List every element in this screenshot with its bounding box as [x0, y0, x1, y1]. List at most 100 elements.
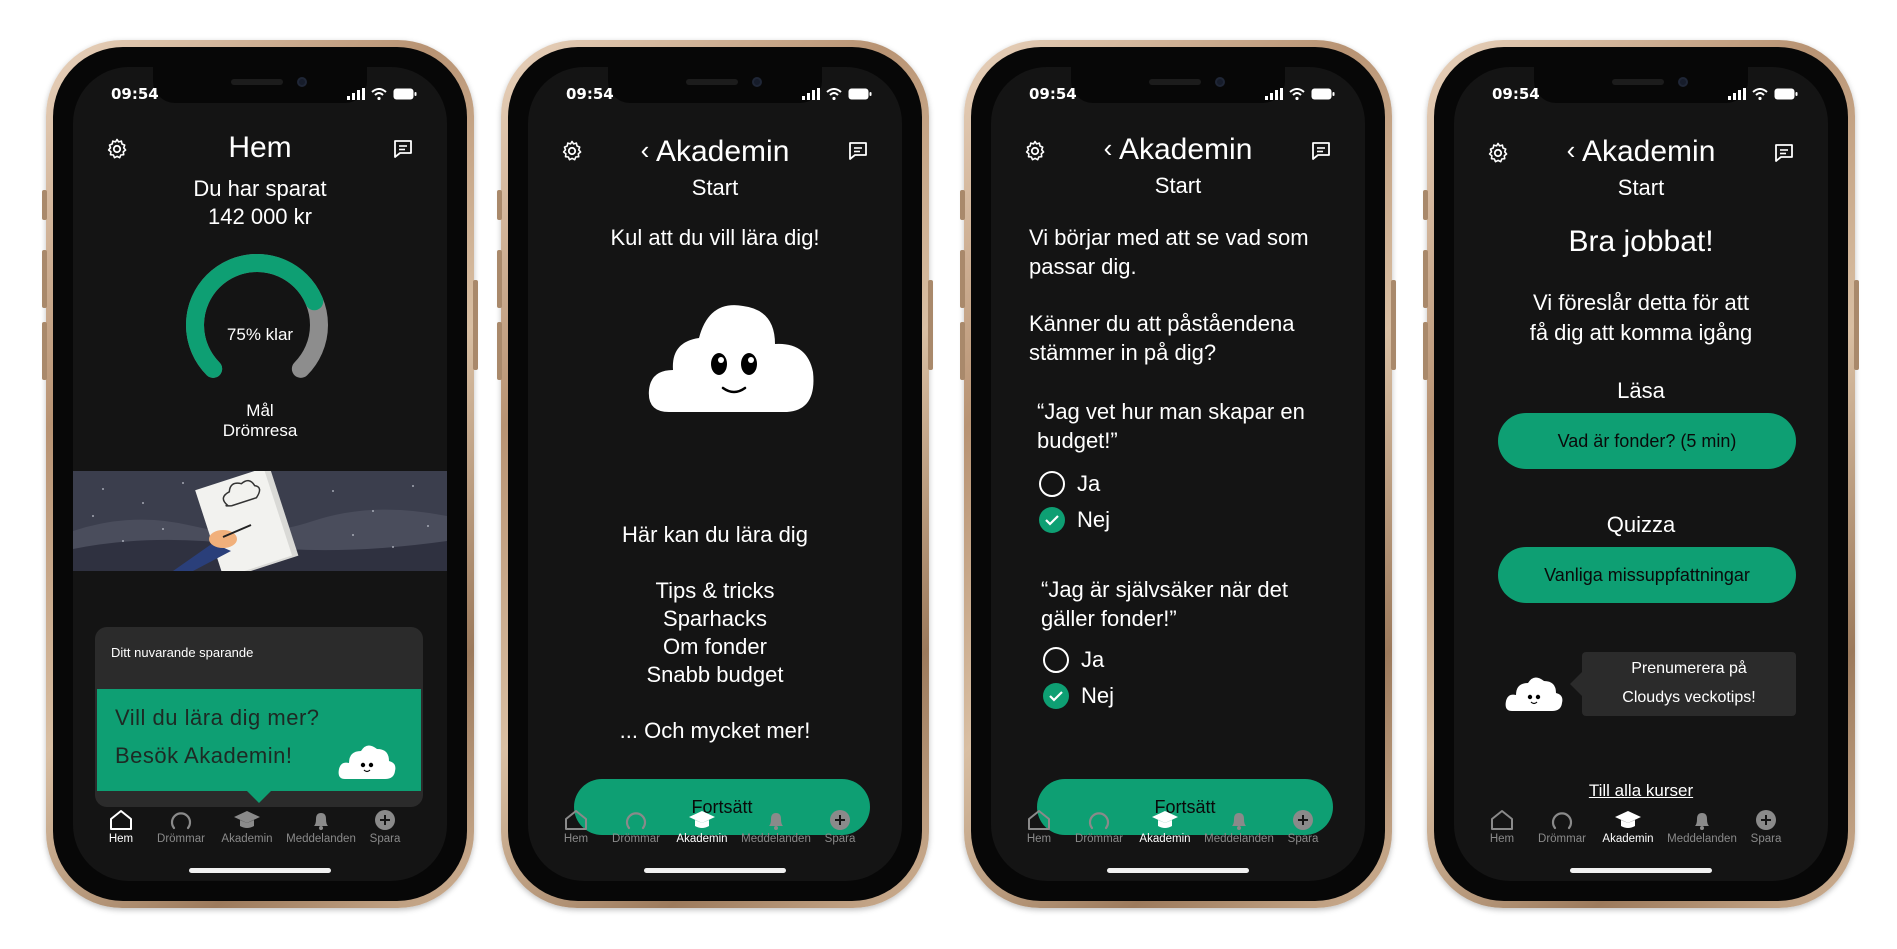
phone-frame-academy-intro: 09:54 ‹ Akademin Start Kul att du vill l…: [497, 40, 933, 908]
page-title: Hem: [228, 131, 292, 164]
back-chevron-icon[interactable]: ‹: [1567, 135, 1576, 165]
plus-circle-icon: [375, 810, 395, 830]
statement-2: “Jag är självsäker när det gäller fonder…: [1041, 577, 1288, 631]
power-button: [473, 280, 478, 370]
tab-akademin[interactable]: Akademin: [1125, 803, 1205, 845]
wifi-icon: [1752, 88, 1768, 100]
read-label: Läsa: [1617, 378, 1665, 403]
battery-icon: [1774, 88, 1798, 100]
topic-item: Snabb budget: [646, 662, 784, 687]
status-time: 09:54: [111, 85, 159, 103]
graduation-cap-icon: [689, 811, 715, 828]
plus-circle-icon: [1293, 810, 1313, 830]
tab-bar: Hem Drömmar Akademin Meddelanden Spara: [991, 803, 1365, 859]
dreams-icon: [1551, 812, 1573, 830]
saved-label: Du har sparat: [193, 176, 327, 201]
mute-switch: [42, 190, 47, 220]
read-funds-button[interactable]: Vad är fonder? (5 min): [1498, 413, 1796, 469]
saved-amount: 142 000 kr: [208, 204, 312, 229]
status-time: 09:54: [1492, 85, 1540, 103]
statement-1: “Jag vet hur man skapar en budget!”: [1037, 399, 1305, 453]
question-text: Känner du att påståendena stämmer in på …: [1029, 311, 1295, 365]
home-indicator: [1107, 868, 1249, 873]
cloudy-mascot-icon: [648, 305, 814, 412]
savings-progress-gauge: [186, 254, 328, 378]
signal-icon: [1728, 88, 1746, 100]
status-bar: 09:54: [1454, 85, 1828, 105]
bell-icon: [1232, 813, 1246, 830]
signal-icon: [802, 88, 820, 100]
screen-academy-quiz: 09:54 ‹ Akademin Start Vi börjar med att…: [991, 67, 1365, 881]
page-title: ‹ Akademin: [640, 135, 790, 168]
welcome-text: Kul att du vill lära dig!: [610, 225, 820, 250]
quiz-misconceptions-button[interactable]: Vanliga missuppfattningar: [1498, 547, 1796, 603]
home-indicator: [644, 868, 786, 873]
signal-icon: [347, 88, 365, 100]
statement-1-option-no[interactable]: Nej: [1039, 507, 1110, 533]
status-time: 09:54: [566, 85, 614, 103]
intro-text: Vi börjar med att se vad som passar dig.: [1029, 225, 1309, 279]
tab-bar: Hem Drömmar Akademin Meddelanden Spara: [73, 803, 447, 859]
topic-item: Tips & tricks: [655, 578, 775, 603]
screen-academy-result: 09:54 ‹ Akademin Start Bra jobbat! Vi fö…: [1454, 67, 1828, 881]
volume-up-button: [42, 250, 47, 308]
dreams-icon: [170, 812, 192, 830]
tab-akademin[interactable]: Akademin: [207, 803, 287, 845]
phone-frame-academy-quiz: 09:54 ‹ Akademin Start Vi börjar med att…: [960, 40, 1396, 908]
academy-tooltip[interactable]: Vill du lära dig mer? Besök Akademin!: [97, 689, 421, 803]
screen-home: 09:54 Hem Du har sparat 142 000 kr 75% k…: [73, 67, 447, 881]
graduation-cap-icon: [1615, 811, 1641, 828]
volume-down-button: [42, 322, 47, 380]
tooltip-line-2: Besök Akademin!: [115, 743, 293, 768]
graduation-cap-icon: [1152, 811, 1178, 828]
goal-name: Drömresa: [222, 421, 298, 440]
page-title: ‹ Akademin: [1103, 133, 1253, 166]
home-icon: [1028, 810, 1050, 830]
wifi-icon: [371, 88, 387, 100]
statement-2-option-yes[interactable]: Ja: [1043, 647, 1104, 673]
radio-unchecked-icon: [1039, 471, 1065, 497]
status-time: 09:54: [1029, 85, 1077, 103]
topic-item: Sparhacks: [663, 606, 767, 631]
tab-spara[interactable]: Spara: [1263, 803, 1343, 845]
screen-academy-intro: 09:54 ‹ Akademin Start Kul att du vill l…: [528, 67, 902, 881]
page-subtitle: Start: [691, 175, 739, 200]
tab-spara[interactable]: Spara: [1726, 803, 1806, 845]
back-chevron-icon[interactable]: ‹: [641, 135, 650, 165]
page-title: ‹ Akademin: [1566, 135, 1716, 168]
bell-icon: [769, 813, 783, 830]
dream-illustration: [73, 471, 447, 571]
tab-spara[interactable]: Spara: [345, 803, 425, 845]
home-icon: [110, 810, 132, 830]
phone-frame-academy-result: 09:54 ‹ Akademin Start Bra jobbat! Vi fö…: [1423, 40, 1859, 908]
cloudy-mascot-icon: [338, 745, 396, 779]
tab-bar: Hem Drömmar Akademin Meddelanden Spara: [1454, 803, 1828, 859]
plus-circle-icon: [1756, 810, 1776, 830]
learn-heading: Här kan du lära dig: [622, 522, 808, 547]
tab-akademin[interactable]: Akademin: [1588, 803, 1668, 845]
topic-item: Om fonder: [663, 634, 767, 659]
tab-spara[interactable]: Spara: [800, 803, 880, 845]
bell-icon: [314, 813, 328, 830]
radio-unchecked-icon: [1043, 647, 1069, 673]
card-title: Ditt nuvarande sparande: [111, 645, 254, 660]
battery-icon: [393, 88, 417, 100]
battery-icon: [1311, 88, 1335, 100]
page-subtitle: Start: [1154, 173, 1202, 198]
all-courses-link[interactable]: Till alla kurser: [1454, 777, 1828, 805]
result-heading: Bra jobbat!: [1568, 225, 1714, 258]
statement-2-option-no[interactable]: Nej: [1043, 683, 1114, 709]
tab-akademin[interactable]: Akademin: [662, 803, 742, 845]
back-chevron-icon[interactable]: ‹: [1104, 133, 1113, 163]
status-bar: 09:54: [991, 85, 1365, 105]
subscribe-line-1: Prenumerera på: [1631, 660, 1747, 677]
progress-label: 75% klar: [226, 325, 294, 344]
radio-checked-icon: [1043, 683, 1069, 709]
suggestion-line-1: Vi föreslår detta för att: [1532, 290, 1750, 315]
statement-1-option-yes[interactable]: Ja: [1039, 471, 1100, 497]
goal-label: Mål: [246, 401, 274, 420]
signal-icon: [1265, 88, 1283, 100]
dreams-icon: [625, 812, 647, 830]
subscribe-bubble[interactable]: Prenumerera på Cloudys veckotips!: [1570, 652, 1796, 716]
quiz-label: Quizza: [1606, 512, 1676, 537]
